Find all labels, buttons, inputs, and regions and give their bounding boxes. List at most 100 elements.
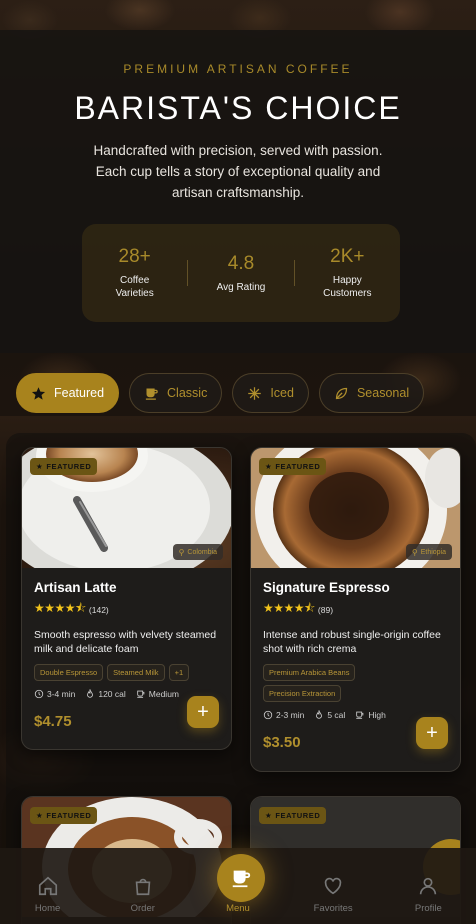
stat-value: 4.8 bbox=[227, 252, 255, 274]
stat-label: Coffee Varieties bbox=[115, 275, 154, 299]
rating: ★★★★⯪ (89) bbox=[263, 599, 448, 620]
tag-more-chip[interactable]: +1 bbox=[168, 664, 190, 681]
badge-label: FEATURED bbox=[46, 811, 92, 820]
tab-featured[interactable]: Featured bbox=[16, 373, 120, 413]
leaf-icon bbox=[335, 387, 348, 399]
product-name: Artisan Latte bbox=[34, 580, 117, 595]
strength: Medium bbox=[136, 689, 179, 699]
stat-value: 28+ bbox=[118, 246, 151, 267]
nav-label: Menu bbox=[226, 903, 250, 914]
featured-badge: ★ FEATURED bbox=[30, 807, 98, 824]
pin-icon: ⚲ bbox=[178, 547, 185, 557]
calories-value: 5 cal bbox=[327, 710, 346, 720]
cup-icon bbox=[145, 388, 158, 400]
product-card-signature-espresso[interactable]: ★ FEATURED ⚲ Ethiopia Signature Espresso… bbox=[250, 447, 461, 772]
rating-count: (89) bbox=[317, 604, 334, 615]
plus-icon: + bbox=[197, 700, 209, 723]
prep-time-value: 3-4 min bbox=[47, 689, 76, 699]
prep-time: 2-3 min bbox=[263, 710, 304, 720]
star-icon: ★ bbox=[36, 462, 44, 471]
origin-tag: ⚲ Colombia bbox=[172, 544, 223, 560]
home-icon bbox=[38, 876, 57, 896]
prep-time-value: 2-3 min bbox=[276, 710, 305, 720]
nav-home[interactable]: Home bbox=[13, 875, 83, 914]
strength-value: Medium bbox=[148, 689, 179, 699]
star-icon: ★ bbox=[265, 811, 273, 820]
tag-chip: Steamed Milk bbox=[107, 664, 165, 681]
stat-rating: 4.8 Avg Rating bbox=[188, 253, 293, 294]
bottom-nav: Home Order Menu Favorites Profile bbox=[0, 848, 476, 924]
prep-time: 3-4 min bbox=[34, 689, 75, 699]
origin-label: Ethiopia bbox=[420, 548, 446, 556]
strength: High bbox=[355, 710, 386, 720]
calories: 5 cal bbox=[314, 710, 345, 720]
card-body: Artisan Latte ★★★★⯪ (142) Smooth espress… bbox=[22, 568, 231, 744]
tag-chip: Precision Extraction bbox=[263, 685, 342, 702]
star-rating-icon: ★★★★⯪ bbox=[34, 601, 86, 615]
star-icon: ★ bbox=[265, 462, 273, 471]
category-tabs: Featured Classic Iced Seasonal bbox=[16, 373, 425, 413]
clock-icon bbox=[263, 710, 273, 720]
tab-label: Iced bbox=[270, 386, 294, 400]
clock-icon bbox=[34, 689, 44, 699]
nav-favorites[interactable]: Favorites bbox=[298, 875, 368, 914]
nav-label: Home bbox=[34, 903, 61, 914]
tag-chip: Double Espresso bbox=[34, 664, 104, 681]
origin-label: Colombia bbox=[187, 548, 217, 556]
stat-customers: 2K+ Happy Customers bbox=[295, 246, 400, 300]
calories: 120 cal bbox=[85, 689, 126, 699]
hero-section: PREMIUM ARTISAN COFFEE BARISTA'S CHOICE … bbox=[0, 30, 476, 353]
calories-value: 120 cal bbox=[98, 689, 126, 699]
tag-list: Premium Arabica Beans Precision Extracti… bbox=[263, 664, 383, 702]
stat-label: Avg Rating bbox=[216, 281, 266, 293]
featured-badge: ★ FEATURED bbox=[30, 458, 98, 475]
star-rating-icon: ★★★★⯪ bbox=[263, 601, 315, 615]
featured-badge: ★ FEATURED bbox=[259, 458, 327, 475]
star-icon bbox=[31, 386, 46, 400]
page-title: BARISTA'S CHOICE bbox=[74, 90, 402, 126]
stat-value: 2K+ bbox=[330, 246, 365, 267]
product-card-artisan-latte[interactable]: ★ FEATURED ⚲ Colombia Artisan Latte ★★★★… bbox=[21, 447, 232, 750]
tab-iced[interactable]: Iced bbox=[232, 373, 309, 413]
badge-label: FEATURED bbox=[46, 462, 92, 471]
nav-profile[interactable]: Profile bbox=[393, 875, 463, 914]
rating: ★★★★⯪ (142) bbox=[34, 599, 219, 620]
stats-panel: 28+ Coffee Varieties 4.8 Avg Rating 2K+ … bbox=[82, 224, 400, 322]
mug-icon bbox=[356, 711, 364, 719]
product-description: Intense and robust single-origin coffee … bbox=[263, 629, 441, 655]
card-body: Signature Espresso ★★★★⯪ (89) Intense an… bbox=[251, 568, 460, 765]
tab-label: Featured bbox=[54, 386, 105, 400]
tag-chip: Premium Arabica Beans bbox=[263, 664, 356, 681]
tab-label: Seasonal bbox=[356, 386, 410, 400]
add-to-cart-button[interactable]: + bbox=[416, 717, 448, 749]
nav-order[interactable]: Order bbox=[108, 875, 178, 914]
origin-tag: ⚲ Ethiopia bbox=[405, 544, 452, 560]
strength-value: High bbox=[368, 710, 386, 720]
badge-label: FEATURED bbox=[275, 811, 321, 820]
heart-icon bbox=[324, 877, 342, 895]
tag-list: Double Espresso Steamed Milk +1 bbox=[34, 664, 219, 681]
product-image: ★ FEATURED ⚲ Colombia bbox=[22, 448, 231, 568]
hero-subtitle: Handcrafted with precision, served with … bbox=[93, 143, 383, 200]
tab-classic[interactable]: Classic bbox=[129, 373, 223, 413]
featured-badge: ★ FEATURED bbox=[259, 807, 327, 824]
nav-label: Order bbox=[130, 903, 155, 914]
mug-icon bbox=[137, 690, 145, 698]
flame-icon bbox=[87, 689, 94, 698]
stat-varieties: 28+ Coffee Varieties bbox=[82, 246, 187, 300]
add-to-cart-button[interactable]: + bbox=[187, 696, 219, 728]
product-image: ★ FEATURED ⚲ Ethiopia bbox=[251, 448, 460, 568]
nav-label: Profile bbox=[414, 903, 442, 914]
product-description: Smooth espresso with velvety steamed mil… bbox=[34, 629, 217, 655]
star-icon: ★ bbox=[36, 811, 44, 820]
cup-icon bbox=[232, 870, 251, 888]
tab-seasonal[interactable]: Seasonal bbox=[318, 373, 425, 413]
menu-fab-button[interactable] bbox=[217, 854, 265, 902]
bag-icon bbox=[135, 878, 151, 896]
pin-icon: ⚲ bbox=[411, 547, 418, 557]
product-name: Signature Espresso bbox=[263, 580, 390, 595]
flame-icon bbox=[316, 710, 323, 719]
badge-label: FEATURED bbox=[275, 462, 321, 471]
plus-icon: + bbox=[426, 721, 438, 744]
hero-eyebrow: PREMIUM ARTISAN COFFEE bbox=[123, 62, 353, 76]
